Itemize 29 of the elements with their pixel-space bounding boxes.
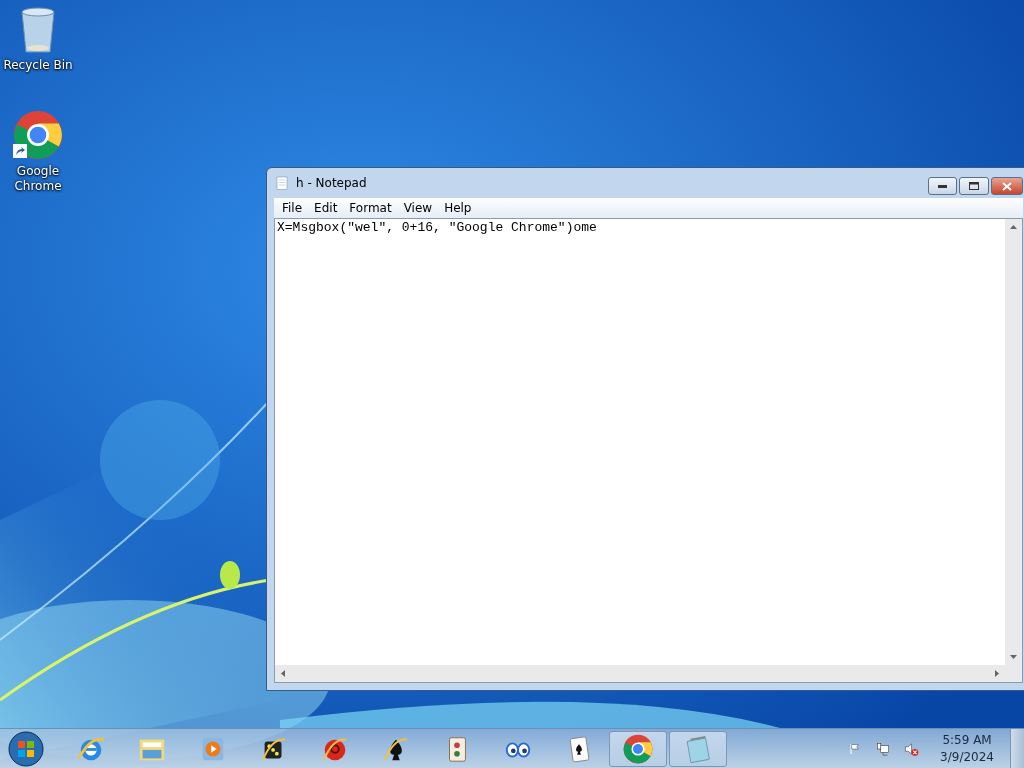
menu-item[interactable]: Edit [308, 201, 344, 215]
chrome-logo-icon [13, 110, 63, 160]
trash-bin-icon [19, 6, 57, 54]
chrome-logo-icon [623, 733, 653, 764]
up-arrow-icon [1010, 225, 1017, 229]
menu-item[interactable]: File [276, 201, 309, 215]
desktop-icon-label[interactable]: Recycle Bin [3, 58, 73, 73]
left-arrow-icon [281, 670, 285, 677]
close-button[interactable] [991, 177, 1023, 195]
minimize-button[interactable] [928, 177, 957, 195]
vertical-scrollbar[interactable] [1005, 219, 1022, 665]
right-arrow-icon [995, 670, 999, 677]
window-title: h - Notepad [296, 176, 368, 190]
close-icon [1002, 181, 1012, 191]
notepad-icon [274, 175, 290, 191]
windows-orb-icon [8, 730, 44, 767]
clock-date[interactable]: 3/9/2024 [940, 748, 994, 766]
minimize-icon [938, 184, 947, 188]
restore-icon [969, 182, 979, 190]
maximize-button[interactable] [959, 177, 989, 195]
desktop-icon-label[interactable]: Google Chrome [0, 164, 76, 194]
horizontal-scrollbar[interactable] [275, 665, 1005, 682]
clock-time[interactable]: 5:59 AM [942, 731, 992, 749]
show-desktop-button[interactable] [1010, 728, 1024, 768]
menu-item[interactable]: Help [438, 201, 478, 215]
start-button[interactable] [6, 729, 46, 768]
menu-item[interactable]: Format [343, 201, 398, 215]
down-arrow-icon [1010, 655, 1017, 659]
menu-item[interactable]: View [397, 201, 439, 215]
